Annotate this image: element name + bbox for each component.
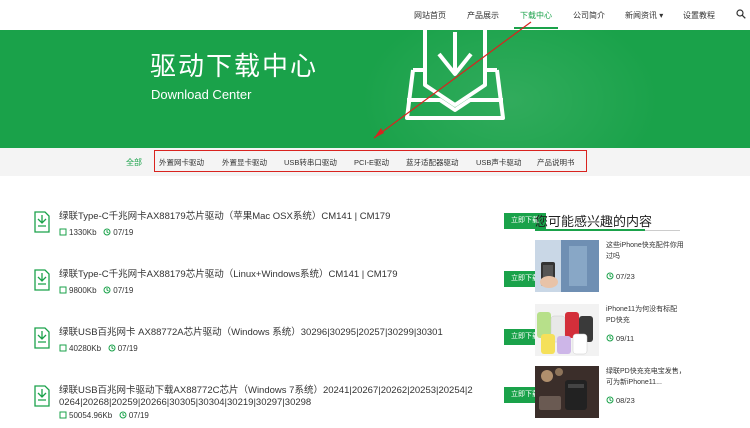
sidebar-date-text: 09/11: [616, 334, 635, 343]
sidebar-thumbnail[interactable]: [535, 304, 599, 356]
clock-icon: [606, 334, 614, 342]
search-icon[interactable]: [736, 9, 746, 19]
download-date: 07/19: [128, 411, 149, 420]
download-size: 50054.96Kb: [69, 411, 113, 420]
sidebar-thumbnail[interactable]: [535, 240, 599, 292]
filesize-icon: [59, 286, 67, 294]
category-usb-serial[interactable]: USB转串口驱动: [284, 157, 337, 168]
sidebar-divider: [535, 229, 680, 231]
sidebar-item-date: 08/23: [606, 396, 635, 405]
download-meta: 9800Kb 07/19: [59, 286, 133, 295]
sidebar-item-text[interactable]: 绿联PD快充充电宝发售，可为新iPhone11...: [606, 366, 686, 388]
hero-banner: 驱动下载中心 Download Center: [0, 30, 750, 148]
nav-item-downloads[interactable]: 下载中心: [520, 10, 552, 21]
category-usb-sound[interactable]: USB声卡驱动: [476, 157, 521, 168]
file-download-icon: [34, 211, 50, 233]
thumbnail-image: [535, 304, 599, 356]
file-download-icon: [34, 385, 50, 407]
download-size: 9800Kb: [69, 286, 97, 295]
clock-icon: [108, 344, 116, 352]
download-meta: 50054.96Kb 07/19: [59, 411, 149, 420]
thumbnail-image: [535, 240, 599, 292]
sidebar-thumbnail[interactable]: [535, 366, 599, 418]
clock-icon: [606, 396, 614, 404]
download-title[interactable]: 绿联USB百兆网卡驱动下载AX88772C芯片（Windows 7系统）2024…: [59, 385, 474, 409]
sidebar-item-date: 07/23: [606, 272, 635, 281]
download-title[interactable]: 绿联USB百兆网卡 AX88772A芯片驱动（Windows 系统）30296|…: [59, 327, 474, 339]
sidebar-item-date: 09/11: [606, 334, 634, 343]
nav-item-news[interactable]: 新闻资讯 ▾: [625, 10, 663, 21]
download-item: 绿联Type-C千兆网卡AX88179芯片驱动（苹果Mac OSX系统）CM14…: [34, 211, 546, 251]
nav-item-tutorials[interactable]: 设置教程: [683, 10, 715, 21]
clock-icon: [103, 286, 111, 294]
download-meta: 1330Kb 07/19: [59, 228, 133, 237]
nav-item-about[interactable]: 公司简介: [573, 10, 605, 21]
download-title[interactable]: 绿联Type-C千兆网卡AX88179芯片驱动（苹果Mac OSX系统）CM14…: [59, 211, 474, 223]
category-pcie[interactable]: PCI-E驱动: [354, 157, 389, 168]
category-external-gpu[interactable]: 外置显卡驱动: [222, 157, 267, 168]
filesize-icon: [59, 411, 67, 419]
download-title[interactable]: 绿联Type-C千兆网卡AX88179芯片驱动（Linux+Windows系统）…: [59, 269, 474, 281]
top-nav: 网站首页 产品展示 下载中心 公司简介 新闻资讯 ▾ 设置教程: [0, 0, 750, 30]
download-item: 绿联Type-C千兆网卡AX88179芯片驱动（Linux+Windows系统）…: [34, 269, 546, 309]
sidebar-date-text: 08/23: [616, 396, 635, 405]
clock-icon: [119, 411, 127, 419]
download-size: 1330Kb: [69, 228, 97, 237]
clock-icon: [606, 272, 614, 280]
category-manuals[interactable]: 产品说明书: [537, 157, 575, 168]
sidebar-item-text[interactable]: iPhone11为何没有标配PD快充: [606, 304, 686, 326]
thumbnail-image: [535, 366, 599, 418]
file-download-icon: [34, 269, 50, 291]
nav-item-home[interactable]: 网站首页: [414, 10, 446, 21]
banner-subtitle: Download Center: [151, 87, 252, 102]
download-date: 07/19: [113, 286, 134, 295]
download-date: 07/19: [113, 228, 134, 237]
download-meta: 40280Kb 07/19: [59, 344, 138, 353]
download-size: 40280Kb: [69, 344, 102, 353]
download-date: 07/19: [117, 344, 138, 353]
category-bluetooth[interactable]: 蓝牙适配器驱动: [406, 157, 459, 168]
file-download-icon: [34, 327, 50, 349]
sidebar-date-text: 07/23: [616, 272, 635, 281]
nav-active-underline: [514, 27, 558, 29]
filesize-icon: [59, 344, 67, 352]
nav-item-products[interactable]: 产品展示: [467, 10, 499, 21]
download-item: 绿联USB百兆网卡 AX88772A芯片驱动（Windows 系统）30296|…: [34, 327, 546, 367]
category-all[interactable]: 全部: [126, 157, 142, 168]
category-external-nic[interactable]: 外置网卡驱动: [159, 157, 204, 168]
clock-icon: [103, 228, 111, 236]
filesize-icon: [59, 228, 67, 236]
download-item: 绿联USB百兆网卡驱动下载AX88772C芯片（Windows 7系统）2024…: [34, 385, 546, 428]
sidebar-title: 您可能感兴趣的内容: [535, 214, 653, 229]
download-tray-icon: [405, 30, 505, 120]
banner-title: 驱动下载中心: [150, 52, 319, 82]
sidebar-item-text[interactable]: 这些iPhone快充配件你用过吗: [606, 240, 686, 262]
